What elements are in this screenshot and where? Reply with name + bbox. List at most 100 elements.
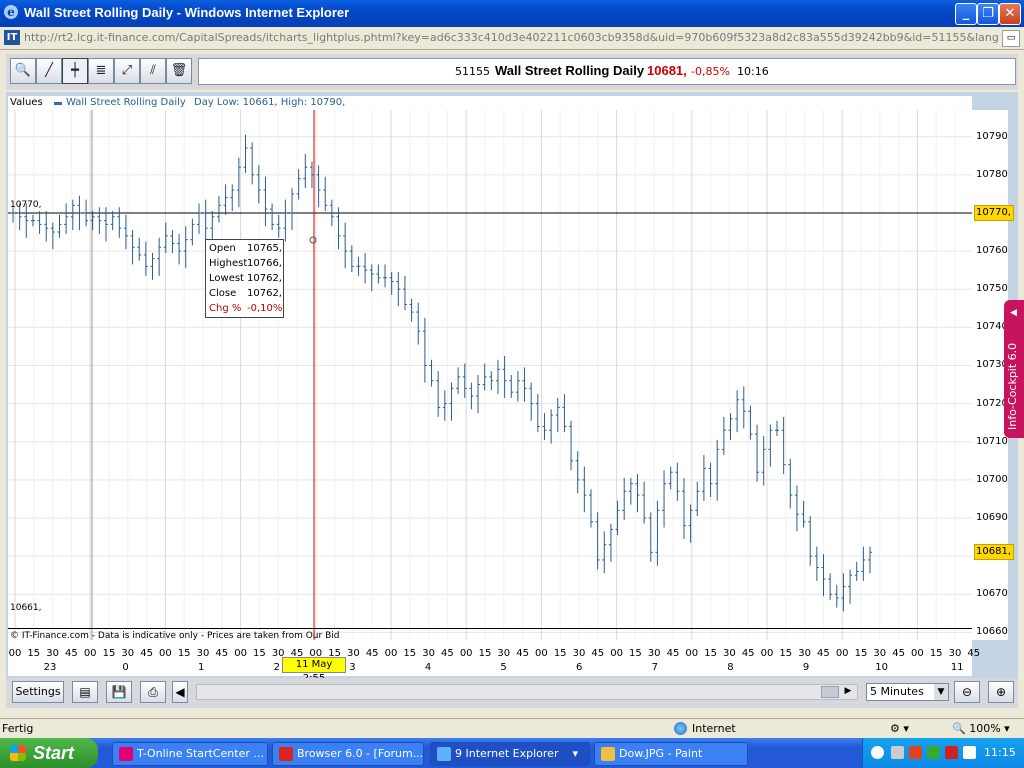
zoom-tool-button[interactable]: 🔍 [10,58,36,84]
ohlc-bar [137,237,142,261]
url-field[interactable]: http://rt2.lcg.it-finance.com/CapitalSpr… [24,31,999,44]
ohlc-bar [57,214,62,238]
ohlc-bar [662,470,667,528]
ohlc-tooltip: Open 10765, Highest10766, Lowest 10762, Cl… [205,239,284,318]
ohlc-bar [741,386,746,429]
x-day-label: 9 [802,662,810,673]
ohlc-bar [197,203,202,234]
ohlc-bar [290,188,295,231]
restore-button[interactable]: ❐ [977,3,999,25]
ohlc-bar [848,569,853,604]
tray-antivirus-icon[interactable] [945,746,958,759]
scroll-right-icon[interactable]: ▶ [841,684,855,698]
windows-flag-icon [10,745,26,761]
start-button[interactable]: Start [0,738,98,768]
info-cockpit-tab[interactable]: ◀ Info-Cockpit 6.0 [1004,300,1024,438]
task-internet-explorer[interactable]: 9 Internet Explorer ▾ [430,742,590,766]
price-chart[interactable] [8,110,972,640]
ohlc-bar [748,405,753,440]
site-favicon-icon: IT [4,30,20,45]
ohlc-bar [642,481,647,524]
x-day-label: 23 [43,662,57,673]
y-axis: 1079010780107701076010750107401073010720… [972,110,1014,640]
scroll-thumb[interactable] [821,686,839,698]
parallel-lines-button[interactable]: ⫽ [140,58,166,84]
ohlc-bar [562,394,567,433]
last-price: 10681, [647,63,687,78]
ohlc-bar [150,252,155,280]
ohlc-bar [515,371,520,402]
y-value-tag: 10681, [974,544,1014,561]
tray-expand-icon[interactable] [871,746,884,759]
crosshair-tool-button[interactable]: ┿ [62,58,88,84]
ohlc-bar [343,222,348,269]
compatibility-icon[interactable]: ▭ [1002,30,1020,47]
instrument-name: Wall Street Rolling Daily [495,63,645,78]
x-day-label: 6 [576,662,583,673]
ohlc-bar [30,214,35,227]
protected-mode-icon[interactable]: ⚙ ▾ [890,722,909,735]
ohlc-bar [163,222,168,253]
tray-security-icon[interactable] [909,746,922,759]
y-tick-label: 10700 [976,473,1008,485]
task-browser[interactable]: Browser 6.0 - [Forum... [272,742,424,766]
ohlc-bar [482,363,487,391]
y-tick-label: 10760 [976,245,1008,257]
fibonacci-tool-button[interactable]: ≣ [88,58,114,84]
close-button[interactable]: ✕ [999,3,1021,25]
trend-channel-button[interactable]: ⤢ [114,58,140,84]
ohlc-bar [442,390,447,421]
time-scrollbar[interactable]: ▶ [196,684,858,700]
ohlc-bar [170,230,175,253]
task-tonline[interactable]: T-Online StartCenter ... [112,742,268,766]
ohlc-bar [37,211,42,234]
ohlc-bar [834,584,839,608]
x-day-label: 11 [950,662,964,673]
ohlc-bar [675,462,680,501]
chart-legend: Values Wall Street Rolling Daily Day Low… [8,96,972,110]
ohlc-bar [794,485,799,532]
ohlc-bar [768,424,773,467]
zoom-out-icon[interactable]: ⊖ [954,681,980,703]
tray-network-icon[interactable] [927,746,940,759]
line-tool-button[interactable]: ╱ [36,58,62,84]
ohlc-bar [256,165,261,204]
ohlc-bar [788,458,793,509]
zoom-in-icon[interactable]: ⊕ [988,681,1014,703]
clock: 11:15 [984,746,1016,759]
save-icon[interactable]: 💾 [106,681,132,703]
trash-button[interactable]: 🗑 [166,58,192,84]
ohlc-bar [502,355,507,398]
ohlc-bar [774,420,779,437]
scroll-left-icon[interactable]: ◀ [172,681,188,703]
x-day-label: 0 [122,662,129,673]
window-title-bar[interactable]: e Wall Street Rolling Daily - Windows In… [0,0,1024,27]
ohlc-bar [356,256,361,276]
ohlc-bar [276,214,281,238]
chart-toolbar: 🔍 ╱ ┿ ≣ ⤢ ⫽ 🗑 51155 Wall Street Rolling … [6,54,1018,90]
print-icon[interactable]: ⎙ [140,681,166,703]
interval-select[interactable]: 5 Minutes ▼ [866,683,949,701]
ohlc-bar [808,516,813,566]
ohlc-bar [509,375,514,398]
price-change: -0,85% [691,65,730,78]
save-layout-icon[interactable]: ▤ [72,681,98,703]
minimize-button[interactable]: _ [955,3,977,25]
task-paint[interactable]: Dow.JPG - Paint [594,742,748,766]
y-tick-label: 10690 [976,511,1008,523]
tooltip-low-value: 10762, [247,273,282,284]
tooltip-chg-value: -0,10% [247,303,283,314]
x-day-label: 1 [198,662,205,673]
tray-app-icon[interactable] [891,746,904,759]
ohlc-bar [190,218,195,246]
tooltip-close-label: Close [209,288,237,299]
ohlc-bar [270,203,275,231]
page-zoom[interactable]: 🔍 100% ▾ [952,722,1010,735]
ohlc-bar [250,142,255,185]
ohlc-bar [755,424,760,482]
tooltip-close-value: 10762, [247,288,282,299]
tray-volume-icon[interactable] [963,746,976,759]
settings-button[interactable]: Settings [12,681,64,703]
ohlc-bar [44,211,49,242]
ohlc-bar [216,195,221,223]
